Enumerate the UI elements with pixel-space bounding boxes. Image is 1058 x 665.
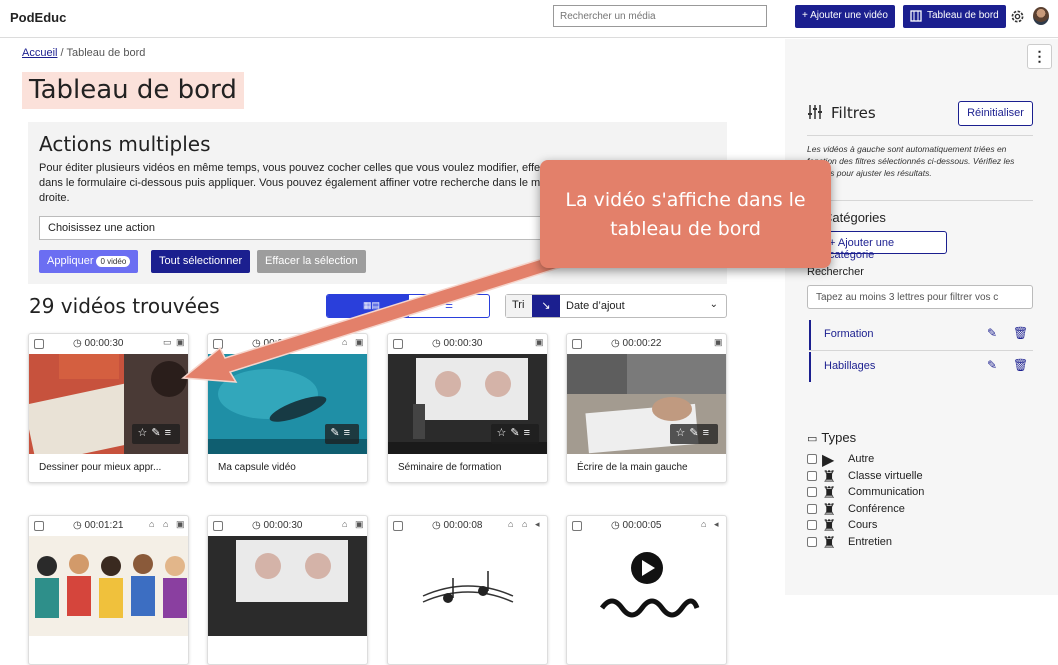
annotation-arrow [181,252,570,383]
annotation-callout: La vidéo s'affiche dans le tableau de bo… [540,160,831,268]
